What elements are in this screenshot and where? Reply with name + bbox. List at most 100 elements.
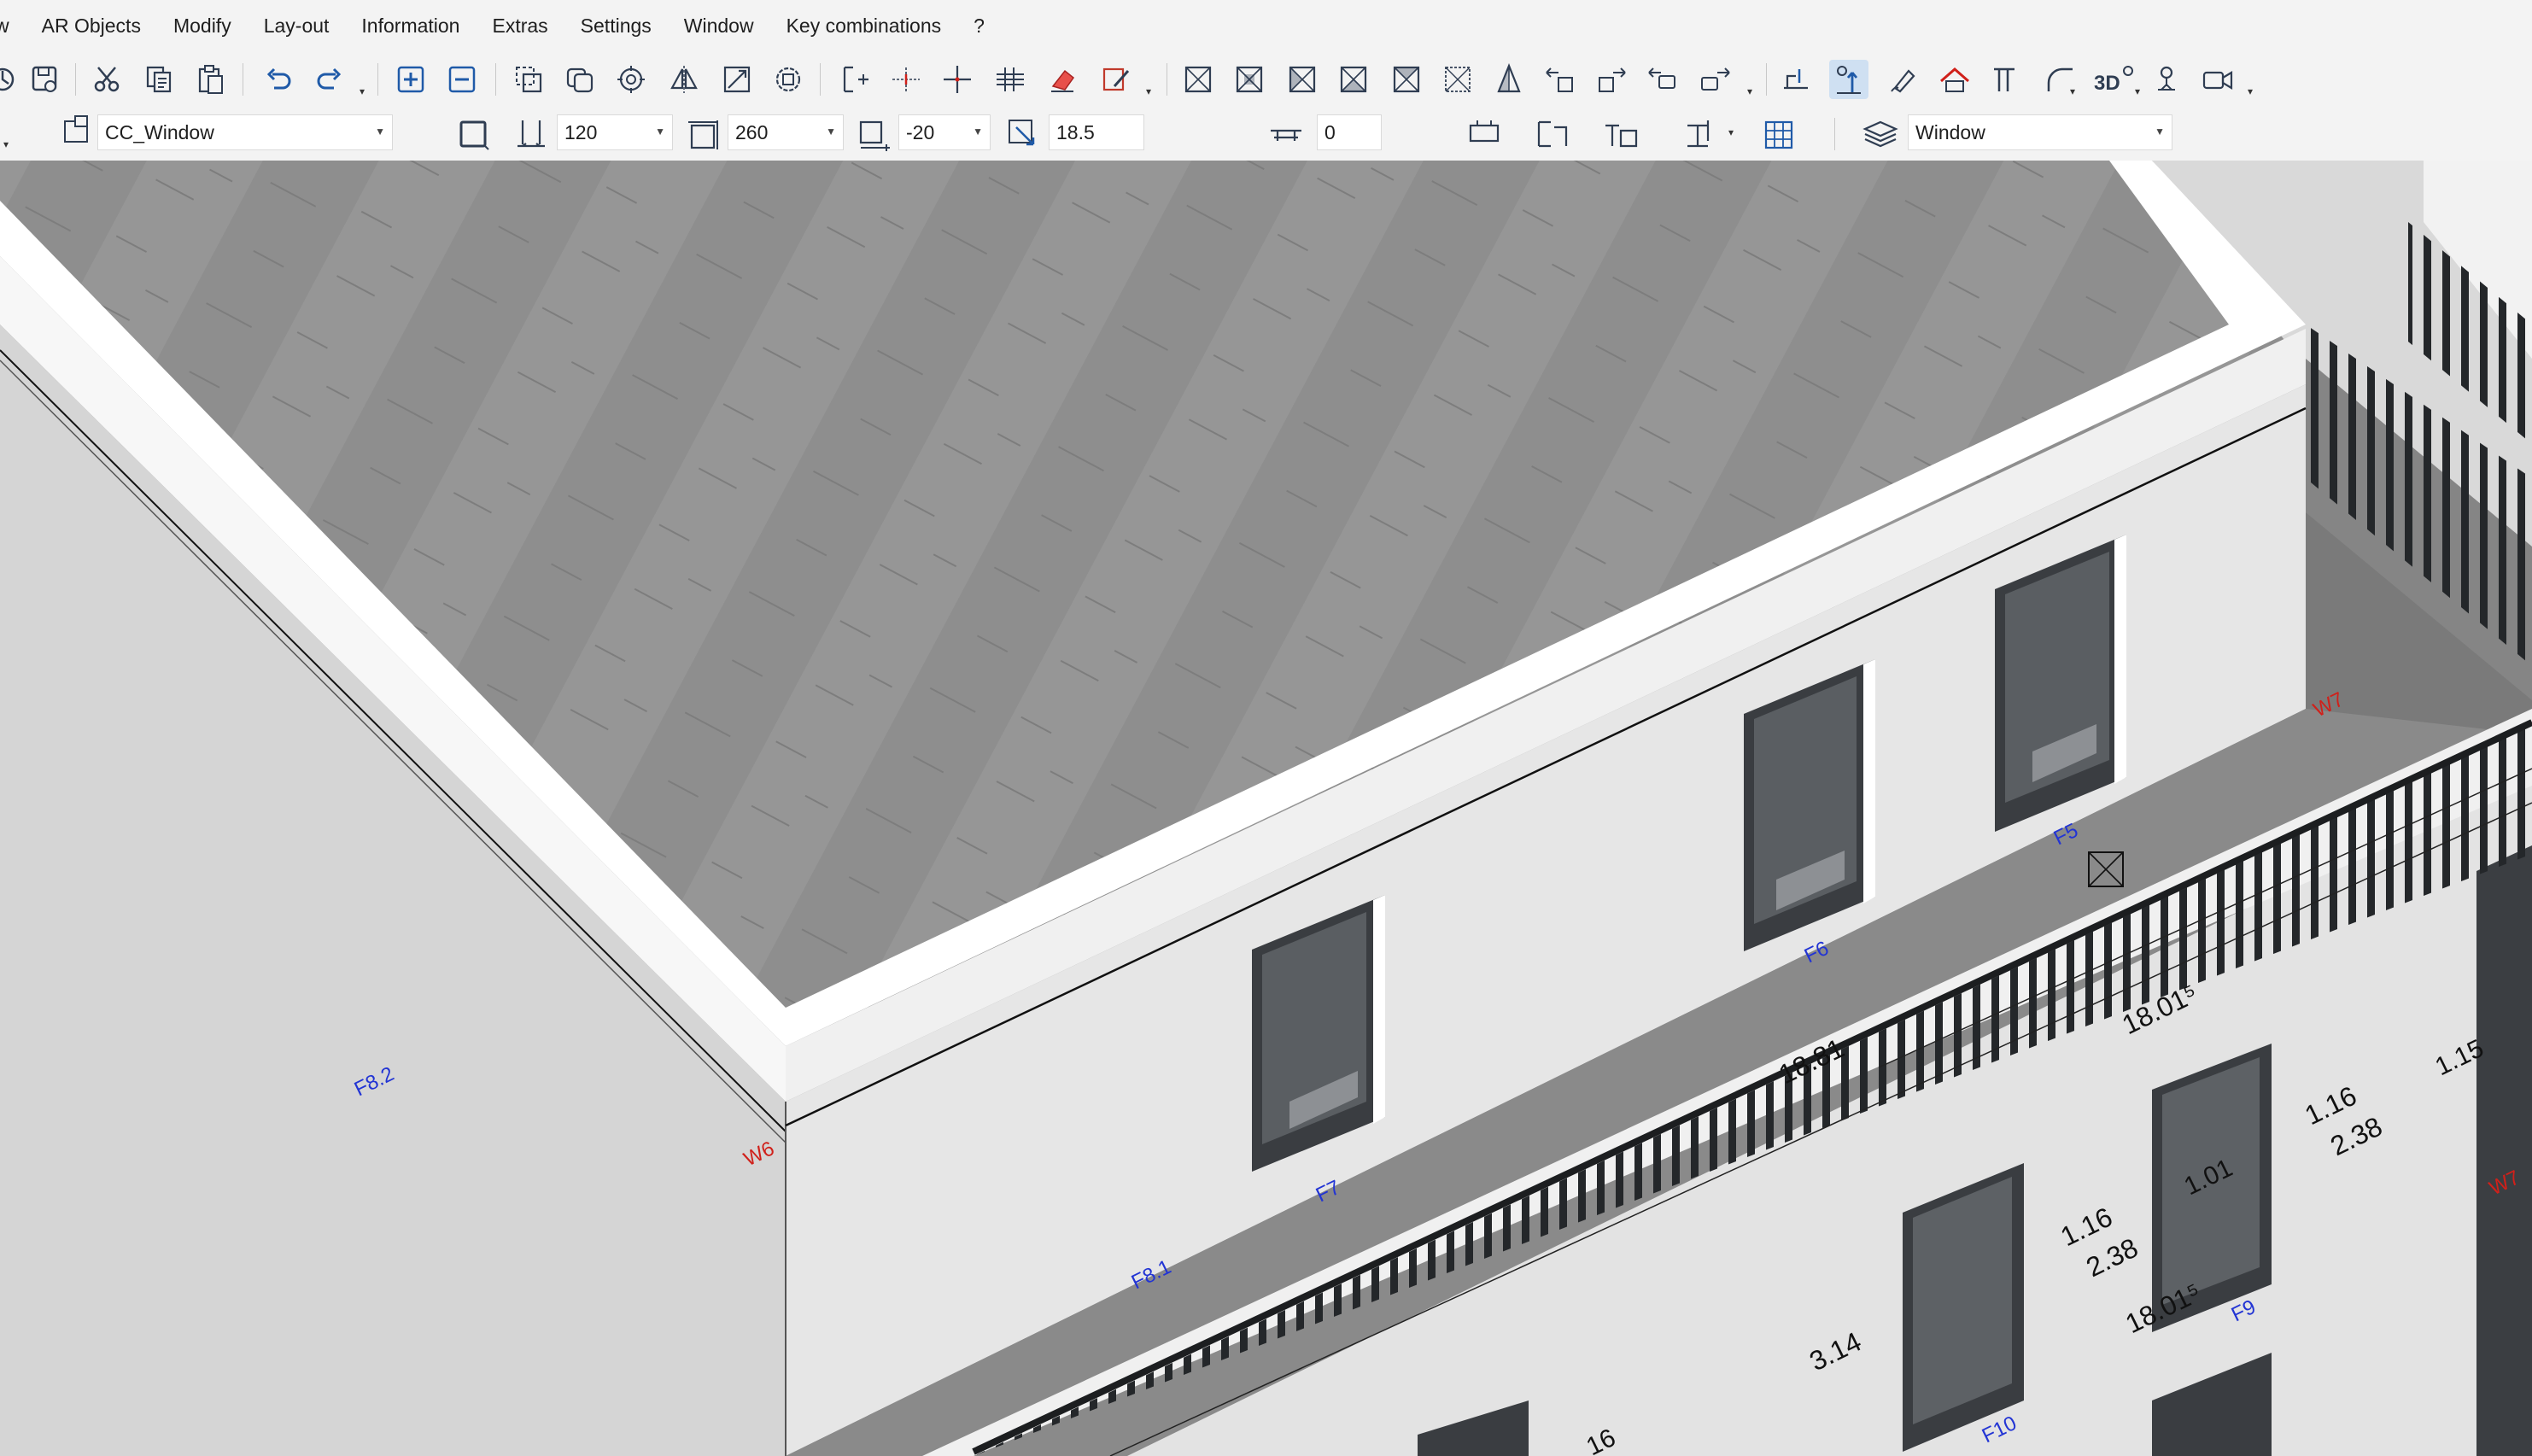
paste-icon[interactable] — [191, 60, 231, 99]
menu-key-combinations[interactable]: Key combinations — [770, 0, 958, 51]
layer-icon[interactable] — [1862, 115, 1899, 153]
camera-icon[interactable] — [2198, 60, 2237, 99]
paint-icon[interactable] — [1884, 60, 1923, 99]
svg-text:3D: 3D — [2094, 72, 2120, 95]
sill-icon[interactable] — [1267, 115, 1305, 153]
parallel-lines-icon[interactable] — [991, 60, 1030, 99]
open-icon[interactable] — [0, 60, 22, 99]
format-dropdown[interactable]: ▾ — [1146, 85, 1151, 97]
toolbar-separator — [75, 63, 76, 96]
height-value: 260 — [735, 120, 769, 143]
save-icon[interactable] — [26, 60, 65, 99]
view-3d-dropdown[interactable]: ▾ — [2135, 85, 2140, 97]
sill-options-dropdown[interactable]: ▾ — [1728, 126, 1734, 138]
menu-settings[interactable]: Settings — [564, 0, 668, 51]
lower-facade-opening — [2476, 845, 2532, 1456]
offset-input[interactable]: -20 ▼ — [898, 114, 991, 150]
menu-modify[interactable]: Modify — [157, 0, 248, 51]
stretch-icon[interactable] — [717, 60, 757, 99]
camera-dropdown[interactable]: ▾ — [2248, 85, 2253, 97]
arc-dropdown[interactable]: ▾ — [2070, 85, 2075, 97]
rotate-icon[interactable] — [611, 60, 651, 99]
eraser-icon[interactable] — [1044, 60, 1083, 99]
duplicate-icon[interactable] — [560, 60, 599, 99]
window-type-c-icon[interactable] — [1283, 60, 1322, 99]
elevation-pick-icon[interactable] — [1829, 60, 1868, 99]
offset-icon[interactable] — [856, 115, 893, 153]
redo-dropdown[interactable]: ▾ — [360, 85, 365, 97]
menu-view[interactable]: w — [0, 0, 26, 51]
undo-icon[interactable] — [260, 60, 299, 99]
width-icon[interactable] — [512, 115, 550, 153]
menu-information[interactable]: Information — [345, 0, 476, 51]
smartpart-icon[interactable] — [1602, 115, 1640, 153]
roof-icon[interactable] — [1935, 60, 1974, 99]
window-type-b-icon[interactable] — [1230, 60, 1269, 99]
cut-icon[interactable] — [87, 60, 126, 99]
move-dropdown[interactable]: ▾ — [1747, 85, 1752, 97]
window-type-e-icon[interactable] — [1387, 60, 1426, 99]
height-icon[interactable] — [685, 115, 722, 153]
redo-icon[interactable] — [309, 60, 348, 99]
menu-bar: w AR Objects Modify Lay-out Information … — [0, 0, 2532, 51]
pick-point-icon[interactable] — [1776, 60, 1816, 99]
gear-edit-icon[interactable] — [769, 60, 808, 99]
move-right-icon[interactable] — [1592, 60, 1631, 99]
width-input[interactable]: 120 ▼ — [557, 114, 673, 150]
window-type-d-icon[interactable] — [1334, 60, 1373, 99]
3d-viewport[interactable]: W6 W7 W7 F5 F6 F7 F8.1 F8.2 F9 F10 18.01… — [0, 161, 2532, 1456]
column-icon[interactable] — [1986, 60, 2026, 99]
chevron-down-icon: ▼ — [826, 126, 836, 137]
mirror-icon[interactable] — [664, 60, 704, 99]
window-style-icon[interactable] — [58, 111, 96, 149]
window-type-f-icon[interactable] — [1438, 60, 1477, 99]
move-copy-icon[interactable] — [1643, 60, 1682, 99]
reveal-icon[interactable] — [1465, 115, 1503, 153]
cone-icon[interactable] — [1489, 60, 1529, 99]
move-left-icon[interactable] — [1541, 60, 1580, 99]
height-input[interactable]: 260 ▼ — [728, 114, 844, 150]
frame-icon[interactable] — [454, 115, 492, 153]
window-style-value: CC_Window — [105, 120, 214, 143]
menu-help[interactable]: ? — [957, 0, 1001, 51]
window-style-select[interactable]: CC_Window ▼ — [97, 114, 393, 150]
copy-icon[interactable] — [140, 60, 179, 99]
intersection-icon[interactable] — [938, 60, 977, 99]
sill-input[interactable]: 0 — [1317, 114, 1382, 150]
select-window-icon[interactable] — [509, 60, 548, 99]
chevron-down-icon: ▼ — [375, 126, 385, 137]
toolbar-separator — [1766, 63, 1767, 96]
building-model: W6 W7 W7 F5 F6 F7 F8.1 F8.2 F9 F10 18.01… — [0, 161, 2532, 1456]
sill-value: 0 — [1324, 120, 1336, 143]
menu-window[interactable]: Window — [668, 0, 770, 51]
view-3d-icon[interactable]: 3D — [2091, 60, 2138, 99]
depth-input[interactable]: 18.5 — [1049, 114, 1144, 150]
sill-options-icon[interactable] — [1682, 115, 1720, 153]
pin-icon[interactable] — [2147, 60, 2186, 99]
split-icon[interactable] — [835, 60, 874, 99]
move-forward-icon[interactable] — [1696, 60, 1735, 99]
layer-select[interactable]: Window ▼ — [1908, 114, 2172, 150]
cross-point-icon[interactable] — [886, 60, 926, 99]
chevron-down-icon: ▼ — [655, 126, 665, 137]
zoom-in-icon[interactable] — [391, 60, 430, 99]
menu-ar-objects[interactable]: AR Objects — [26, 0, 157, 51]
main-toolbar: ▾ ▾ ▾ ▾ 3D ▾ ▾ — [0, 51, 2532, 108]
toolbar-separator — [820, 63, 821, 96]
width-value: 120 — [564, 120, 598, 143]
layer-value: Window — [1915, 120, 1985, 143]
lintel-icon[interactable] — [1534, 115, 1571, 153]
zoom-out-icon[interactable] — [442, 60, 482, 99]
menu-extras[interactable]: Extras — [476, 0, 564, 51]
depth-icon[interactable] — [1004, 115, 1042, 153]
depth-value: 18.5 — [1056, 120, 1095, 143]
toolbar-separator — [1834, 118, 1835, 150]
properties-dropdown[interactable]: ▾ — [3, 138, 9, 150]
window-type-a-icon[interactable] — [1178, 60, 1218, 99]
format-painter-icon[interactable] — [1096, 60, 1136, 99]
properties-toolbar: ▾ CC_Window ▼ 120 ▼ 260 ▼ -20 ▼ 18.5 0 ▾ Win… — [0, 108, 2532, 161]
toolbar-separator — [377, 63, 378, 96]
menu-layout[interactable]: Lay-out — [248, 0, 346, 51]
chevron-down-icon: ▼ — [973, 126, 983, 137]
grid-icon[interactable] — [1761, 115, 1798, 153]
